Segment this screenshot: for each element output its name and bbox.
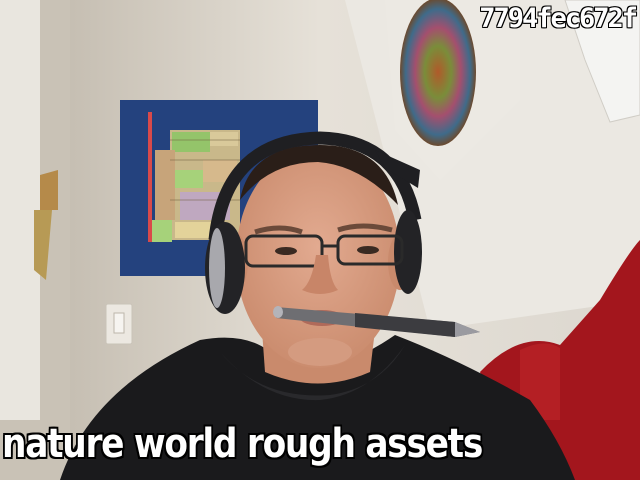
light-switch-toggle	[113, 312, 125, 334]
image-id-overlay: 7794fec672f	[479, 3, 638, 34]
caption-text: nature world rough assets	[2, 421, 483, 467]
pen-cap	[273, 306, 283, 318]
left-eye	[275, 247, 297, 255]
wooden-shelf	[40, 170, 58, 210]
left-ear-cup-rim	[209, 228, 225, 308]
right-eye	[357, 246, 379, 254]
right-ear-cup	[394, 210, 422, 294]
chin	[288, 338, 352, 366]
webcam-photo	[0, 0, 640, 480]
